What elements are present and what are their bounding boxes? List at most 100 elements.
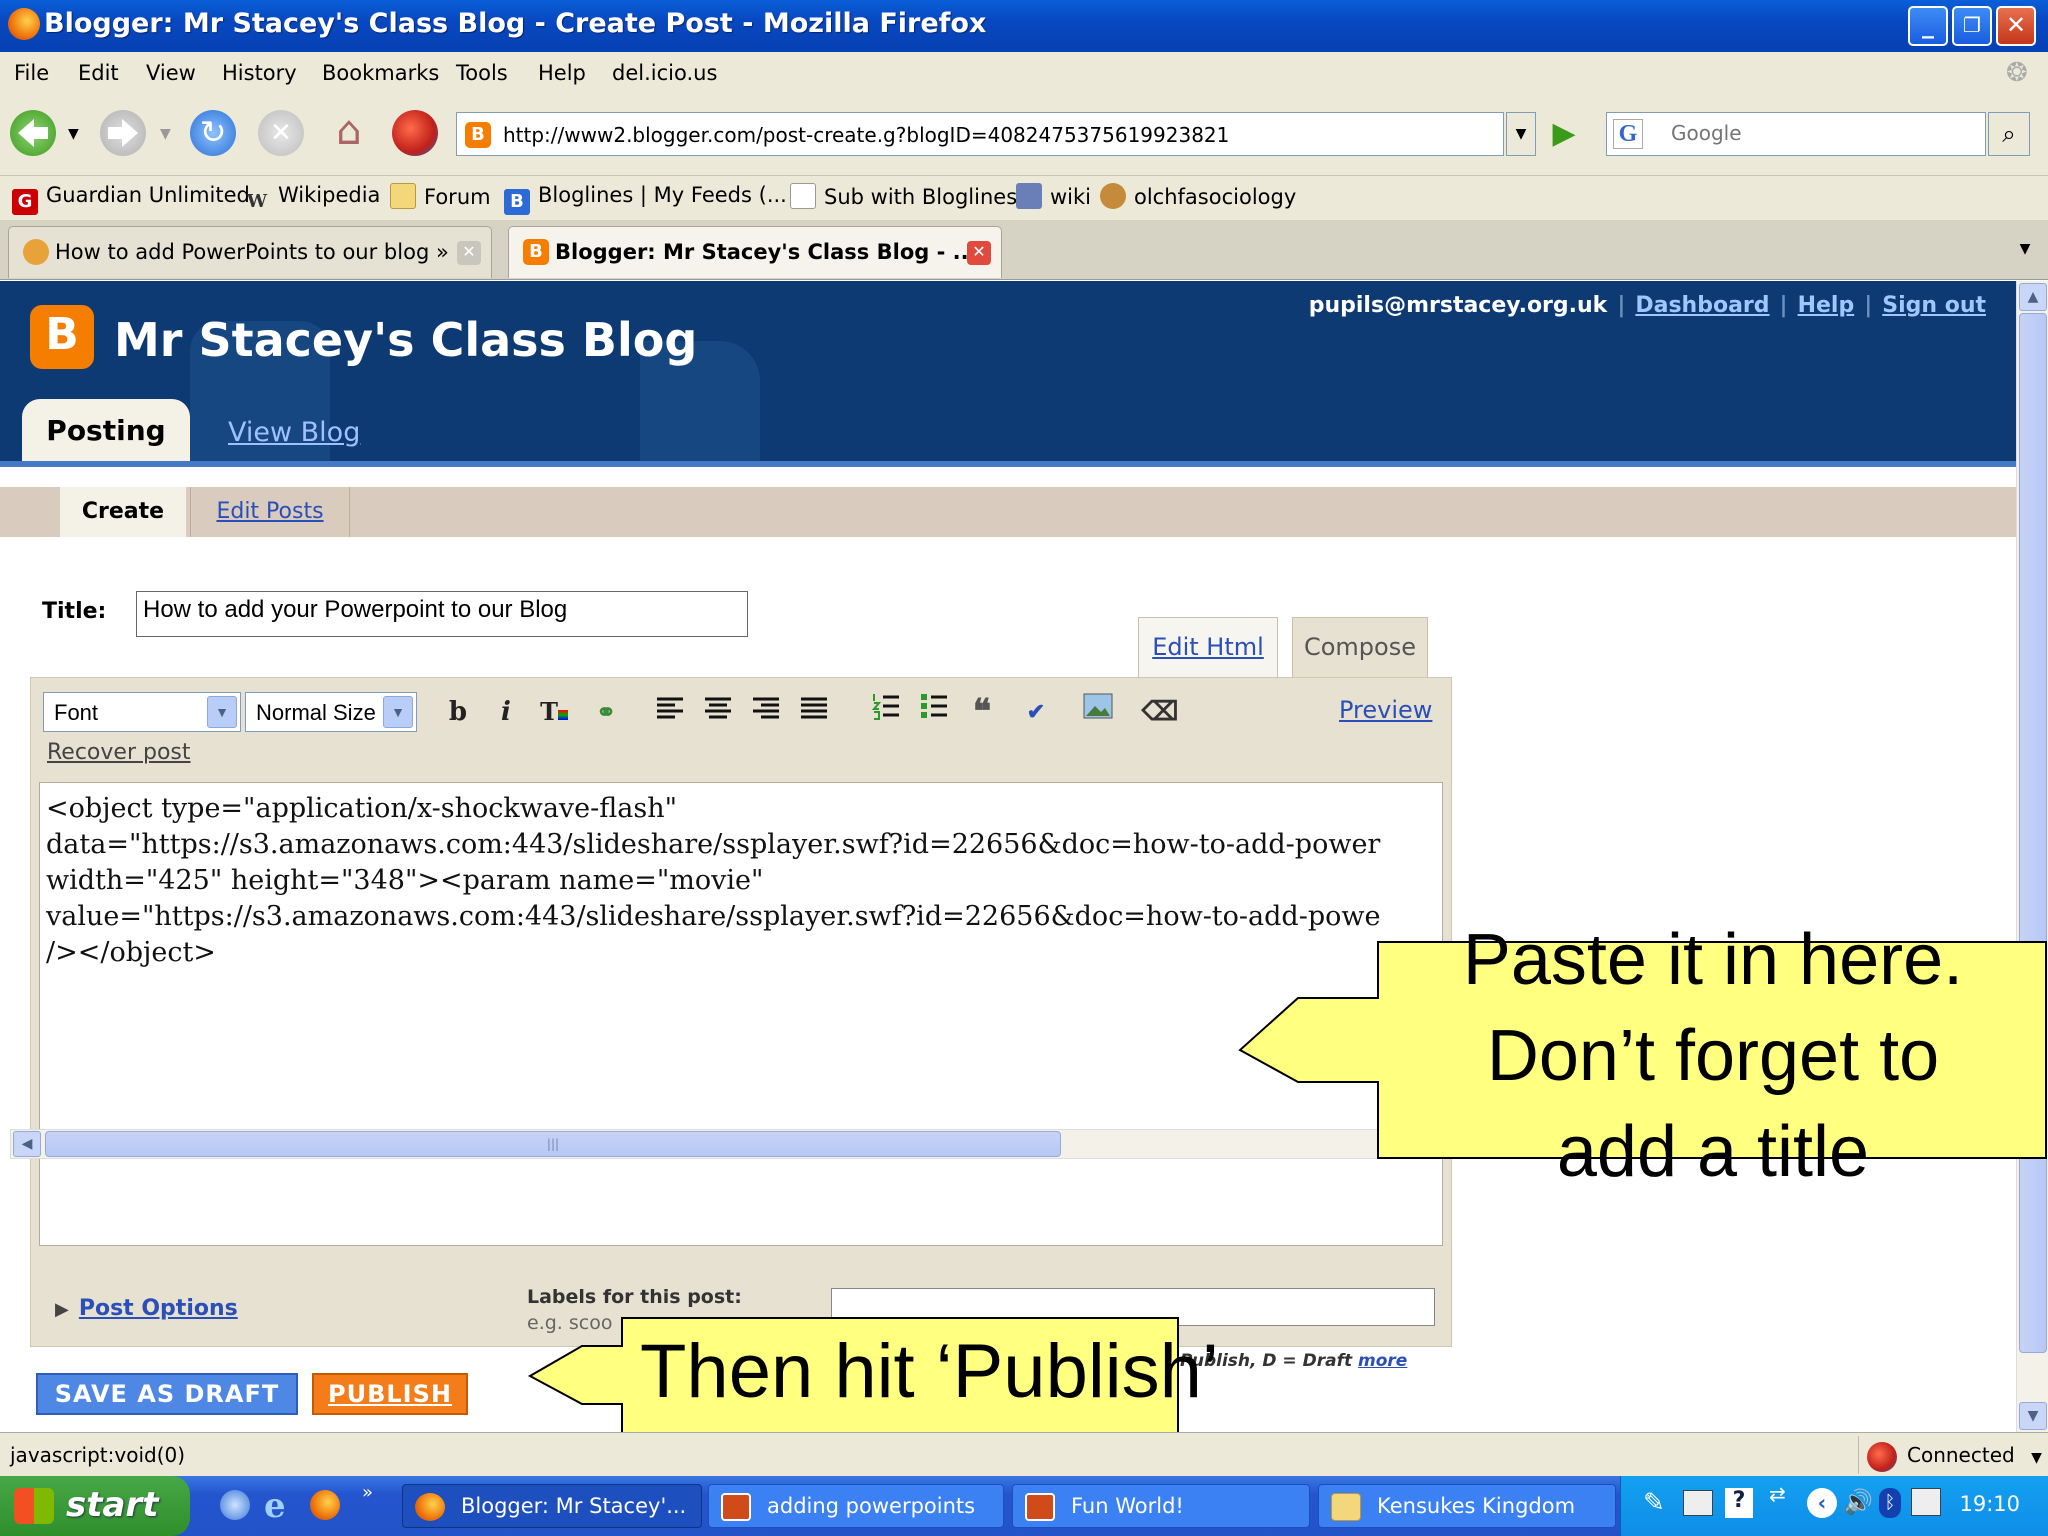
tab-edit-html[interactable]: Edit Html [1138, 617, 1278, 677]
numbered-list-icon[interactable] [867, 692, 905, 732]
menu-file[interactable]: File [14, 61, 49, 85]
reload-icon[interactable]: ↻ [190, 110, 236, 156]
taskbar-item-fun-world[interactable]: Fun World! [1012, 1484, 1310, 1528]
search-icon[interactable]: ⌕ [1988, 112, 2030, 156]
back-icon[interactable] [10, 110, 56, 156]
menu-bookmarks[interactable]: Bookmarks [322, 61, 439, 85]
sign-out-link[interactable]: Sign out [1882, 293, 1986, 318]
image-icon[interactable] [1079, 692, 1117, 732]
blogger-tab-icon: B [523, 239, 549, 265]
stop-icon[interactable]: ✕ [258, 110, 304, 156]
url-dropdown-icon[interactable]: ▼ [1506, 112, 1536, 156]
tray-bluetooth-icon[interactable]: ᛒ [1879, 1488, 1901, 1518]
menu-edit[interactable]: Edit [78, 61, 119, 85]
tab-view-blog[interactable]: View Blog [228, 417, 360, 448]
menu-view[interactable]: View [146, 61, 196, 85]
forward-icon[interactable] [100, 110, 146, 156]
tray-network-icon[interactable]: ⇄ [1769, 1482, 1786, 1506]
align-center-icon[interactable] [699, 692, 737, 732]
restore-button[interactable]: ❐ [1952, 6, 1992, 46]
tray-back-icon[interactable]: ‹ [1807, 1488, 1837, 1518]
menu-tools[interactable]: Tools [456, 61, 508, 85]
connection-status[interactable]: Connected ▼ [1858, 1436, 2042, 1474]
home-icon[interactable]: ⌂ [326, 108, 372, 158]
site-favicon-icon [23, 239, 49, 265]
bold-icon[interactable]: b [439, 692, 477, 732]
bookmark-guardian[interactable]: G Guardian Unlimited [12, 183, 250, 215]
tray-pen-icon[interactable]: ✎ [1643, 1488, 1665, 1518]
bookmark-olchfasociology[interactable]: olchfasociology [1100, 183, 1296, 209]
size-select[interactable]: Normal Size ▼ [245, 692, 417, 732]
help-link[interactable]: Help [1798, 293, 1855, 318]
url-text: http://www2.blogger.com/post-create.g?bl… [503, 123, 1230, 147]
bookmark-wikipedia[interactable]: W Wikipedia [244, 183, 381, 215]
tab-list-dropdown-icon[interactable]: ▼ [2010, 234, 2040, 264]
taskbar-item-blogger[interactable]: Blogger: Mr Stacey'... [402, 1484, 702, 1528]
tab-powerpoints[interactable]: How to add PowerPoints to our blog » ...… [8, 226, 492, 278]
go-icon[interactable]: ▶ [1544, 114, 1584, 154]
scroll-left-icon[interactable]: ◀ [13, 1131, 41, 1157]
quicklaunch-more-icon[interactable]: » [362, 1482, 373, 1503]
align-right-icon[interactable] [747, 692, 785, 732]
publish-button[interactable]: PUBLISH [312, 1373, 468, 1415]
quicklaunch-ie-icon[interactable]: e [264, 1486, 286, 1526]
scroll-thumb[interactable]: ||| [45, 1131, 1061, 1157]
font-select[interactable]: Font ▼ [43, 692, 241, 732]
tab-blogger[interactable]: B Blogger: Mr Stacey's Class Blog - ... … [508, 226, 1002, 278]
spellcheck-icon[interactable]: ✔ [1017, 692, 1055, 732]
bookmark-sub-bloglines[interactable]: Sub with Bloglines [790, 183, 1017, 209]
tray-help-icon[interactable]: ? [1725, 1488, 1753, 1518]
menu-help[interactable]: Help [538, 61, 586, 85]
tab-close-icon[interactable]: ✕ [967, 241, 991, 265]
url-bar[interactable]: B http://www2.blogger.com/post-create.g?… [456, 112, 1504, 156]
tray-display-icon[interactable] [1911, 1488, 1941, 1516]
align-left-icon[interactable] [651, 692, 689, 732]
blockquote-icon[interactable]: ❝ [963, 692, 1001, 732]
editor-horizontal-scrollbar[interactable]: ◀ ||| ▶ [10, 1129, 1412, 1159]
tray-sound-icon[interactable]: 🔊 [1843, 1488, 1873, 1516]
start-button[interactable]: start [0, 1476, 190, 1536]
justify-icon[interactable] [795, 692, 833, 732]
quicklaunch-desktop-icon[interactable] [220, 1490, 250, 1520]
link-icon[interactable]: ⚭ [587, 692, 625, 732]
tab-close-icon[interactable]: ✕ [457, 241, 481, 265]
dashboard-link[interactable]: Dashboard [1635, 293, 1769, 318]
preview-link[interactable]: Preview [1339, 696, 1432, 724]
text-color-icon[interactable]: T [535, 692, 573, 732]
more-link[interactable]: more [1358, 1351, 1407, 1371]
addon-icon[interactable] [392, 110, 438, 156]
scroll-up-icon[interactable]: ▲ [2019, 283, 2047, 311]
bookmark-wiki[interactable]: wiki [1016, 183, 1091, 209]
menu-delicious[interactable]: del.icio.us [612, 61, 717, 85]
post-body-text: <object type="application/x-shockwave-fl… [46, 793, 1381, 968]
bookmark-forum[interactable]: Forum [390, 183, 491, 209]
tab-create[interactable]: Create [60, 487, 186, 537]
scroll-down-icon[interactable]: ▼ [2019, 1402, 2047, 1430]
forward-dropdown-icon[interactable]: ▼ [160, 126, 171, 142]
close-button[interactable]: ✕ [1996, 6, 2036, 46]
taskbar-item-adding-powerpoints[interactable]: adding powerpoints [708, 1484, 1004, 1528]
tab-compose[interactable]: Compose [1292, 617, 1428, 679]
sociology-icon [1100, 183, 1126, 209]
italic-icon[interactable]: i [487, 692, 525, 732]
eraser-icon[interactable]: ⌫ [1141, 692, 1179, 732]
recover-post-link[interactable]: Recover post [47, 740, 191, 765]
post-options-toggle[interactable]: ▶ Post Options [55, 1296, 238, 1321]
back-dropdown-icon[interactable]: ▼ [68, 126, 79, 142]
search-input[interactable] [1671, 121, 1971, 145]
tray-monitor-icon[interactable] [1683, 1490, 1713, 1516]
save-as-draft-button[interactable]: SAVE AS DRAFT [36, 1373, 298, 1415]
page-vertical-scrollbar[interactable]: ▲ ▼ [2016, 281, 2048, 1432]
title-input[interactable]: How to add your Powerpoint to our Blog [136, 591, 748, 637]
bullet-list-icon[interactable] [915, 692, 953, 732]
tab-edit-posts[interactable]: Edit Posts [190, 487, 350, 537]
taskbar-item-kensukes-kingdom[interactable]: Kensukes Kingdom [1318, 1484, 1616, 1528]
minimize-button[interactable]: _ [1908, 6, 1948, 46]
search-box[interactable]: G [1606, 112, 1986, 156]
menu-history[interactable]: History [222, 61, 297, 85]
tab-posting[interactable]: Posting [22, 399, 190, 461]
bookmark-bloglines[interactable]: B Bloglines | My Feeds (... [504, 183, 787, 215]
post-body-editor[interactable]: <object type="application/x-shockwave-fl… [39, 782, 1443, 1246]
google-icon[interactable]: G [1613, 119, 1643, 149]
quicklaunch-firefox-icon[interactable] [310, 1490, 340, 1520]
